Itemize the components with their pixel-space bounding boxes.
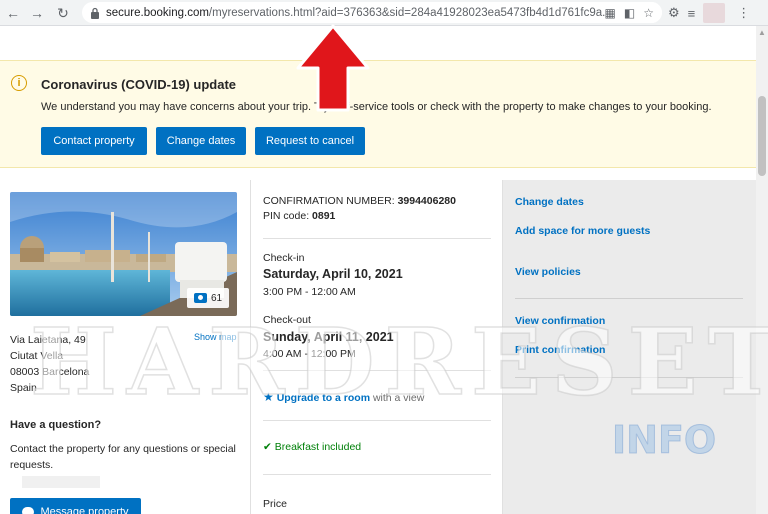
show-map-link[interactable]: Show map [194,332,237,342]
pin-label: PIN code: [263,210,310,222]
upgrade-room-link[interactable]: Upgrade to a room [277,392,370,404]
reading-list-icon[interactable]: ≡ [688,6,696,21]
checkin-date: Saturday, April 10, 2021 [263,267,403,281]
property-panel: 61 Via Laietana, 49 Ciutat Vella 08003 B… [0,180,250,514]
question-text: Contact the property for any questions o… [10,443,236,471]
add-space-link[interactable]: Add space for more guests [515,225,650,237]
message-property-label: Message property [40,506,129,514]
booking-details-panel: CONFIRMATION NUMBER: 3994406280 PIN code… [250,180,503,514]
breakfast-label: Breakfast included [274,441,362,453]
profile-avatar[interactable] [703,3,726,23]
chat-icon [22,507,35,514]
scrollbar-thumb[interactable] [758,96,766,176]
pin-row: PIN code: 0891 [263,210,335,222]
extensions-icon[interactable]: ⚙ [668,5,680,21]
covid-banner: i Coronavirus (COVID-19) update We under… [0,60,756,168]
hotel-photo[interactable]: 61 [10,192,237,316]
camera-icon [193,293,207,303]
price-label: Price [263,498,287,510]
redacted-text [22,476,100,488]
address-line: Spain [10,382,37,394]
property-address: Via Laietana, 49 Ciutat Vella 08003 Barc… [10,332,89,396]
url-path: /myreservations.html?aid=376363&sid=284a… [208,6,612,19]
divider [263,474,491,475]
checkin-time: 3:00 PM - 12:00 AM [263,286,356,298]
pin-code: 0891 [312,210,336,222]
banner-title: Coronavirus (COVID-19) update [41,77,237,92]
photo-count: 61 [210,292,223,304]
bookmark-star-icon[interactable]: ☆ [643,6,654,20]
confirmation-row: CONFIRMATION NUMBER: 3994406280 [263,195,456,207]
address-line: Ciutat Vella [10,350,64,362]
change-dates-link[interactable]: Change dates [515,196,584,208]
message-property-button[interactable]: Message property [10,498,141,514]
checkout-date: Sunday, April 11, 2021 [263,330,394,344]
request-to-cancel-button[interactable]: Request to cancel [255,127,365,155]
breakfast-row: ✔ Breakfast included [263,441,361,453]
scroll-up-icon[interactable]: ▲ [758,28,766,37]
upgrade-suffix: with a view [372,392,425,404]
view-confirmation-link[interactable]: View confirmation [515,315,605,327]
qr-code-icon[interactable]: ▦ [605,6,616,20]
browser-toolbar: ← → ↻ secure.booking.com/myreservations.… [0,0,768,26]
confirmation-number: 3994406280 [397,195,456,207]
divider [263,370,491,371]
divider [263,420,491,421]
url-host: secure.booking.com [106,6,209,19]
divider [515,377,743,378]
upgrade-row: ★ Upgrade to a room with a view [263,390,424,404]
address-line: 08003 Barcelona [10,366,90,378]
address-line: Via Laietana, 49 [10,334,86,346]
photo-count-badge[interactable]: 61 [187,288,229,308]
banner-text: We understand you may have concerns abou… [41,101,712,113]
address-bar[interactable]: secure.booking.com/myreservations.html?a… [82,2,662,23]
divider [515,298,743,299]
divider [263,238,491,239]
lock-icon [91,7,99,19]
star-icon: ★ [263,390,274,404]
check-icon: ✔ [263,441,272,453]
translate-icon[interactable]: ◧ [624,6,635,20]
confirmation-label: CONFIRMATION NUMBER: [263,195,395,207]
view-policies-link[interactable]: View policies [515,266,581,278]
checkout-time: 4:00 AM - 12:00 PM [263,348,356,360]
info-icon: i [11,75,27,91]
forward-icon[interactable]: → [26,2,48,24]
print-confirmation-link[interactable]: Print confirmation [515,344,605,356]
reload-icon[interactable]: ↻ [52,2,74,24]
actions-panel: Change dates Add space for more guests V… [503,180,756,514]
menu-kebab-icon[interactable]: ⋮ [737,5,750,21]
question-title: Have a question? [10,419,102,431]
change-dates-button[interactable]: Change dates [156,127,246,155]
page-scrollbar[interactable]: ▲ [756,26,768,514]
contact-property-button[interactable]: Contact property [41,127,147,155]
back-icon[interactable]: ← [2,2,24,24]
checkin-label: Check-in [263,252,305,264]
checkout-label: Check-out [263,314,311,326]
